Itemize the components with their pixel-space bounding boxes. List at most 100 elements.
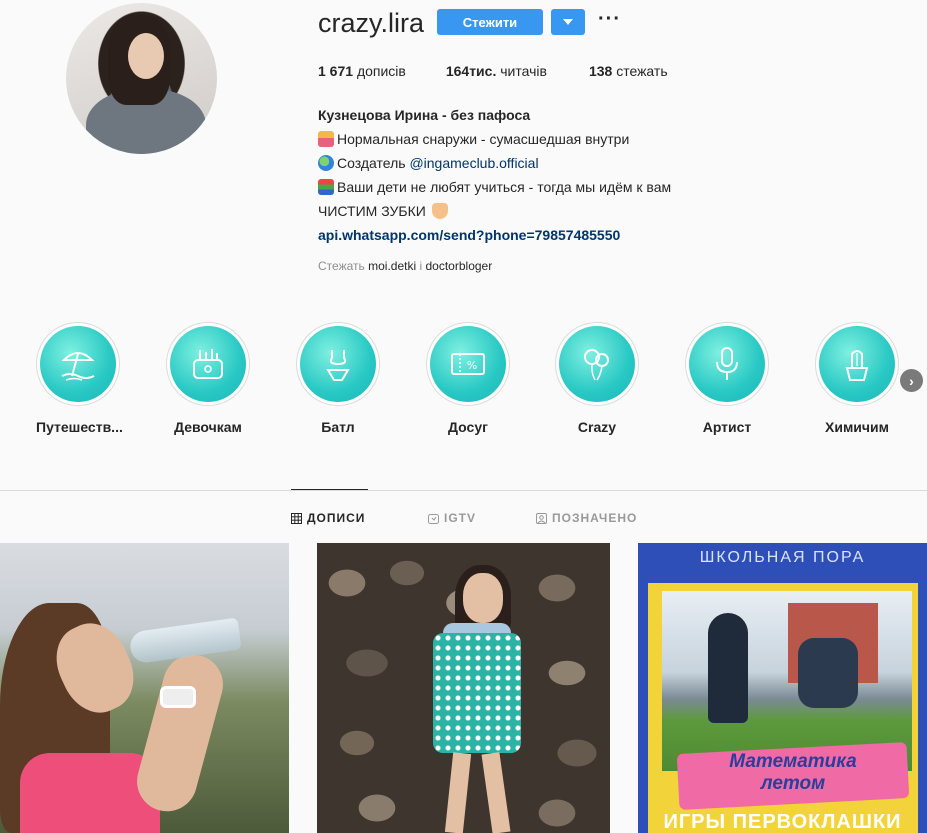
post-1-arm: [130, 647, 230, 819]
following-count-value: 138: [588, 63, 613, 79]
highlight-cover: [689, 326, 765, 402]
suggestions-dropdown-button[interactable]: [551, 9, 585, 35]
avatar-face: [128, 33, 164, 79]
globe-emoji-icon: [318, 155, 334, 171]
highlight-item[interactable]: % Досуг: [426, 322, 510, 435]
post-2-face: [463, 573, 503, 623]
highlights-next-arrow-icon[interactable]: ›: [900, 369, 923, 392]
bio-website-link[interactable]: api.whatsapp.com/send?phone=79857485550: [318, 227, 620, 243]
highlight-ring: [166, 322, 250, 406]
followers-count-label: читачів: [500, 63, 547, 79]
highlight-cover: %: [430, 326, 506, 402]
highlight-ring: [555, 322, 639, 406]
highlight-label: Девочкам: [174, 419, 242, 435]
followed-by-separator: і: [419, 259, 423, 273]
ticket-icon: %: [451, 353, 485, 375]
post-3-banner-text: Математика летом: [678, 751, 908, 795]
beach-umbrella-icon: [61, 352, 95, 381]
post-2-leg: [444, 752, 472, 833]
followed-by-prefix: Стежать: [318, 259, 365, 273]
post-3-bottom-text: ИГРЫ ПЕРВОКЛАШКИ: [663, 811, 902, 833]
post-thumbnail-1[interactable]: [0, 543, 289, 833]
post-3-banner-line-2: летом: [760, 773, 826, 794]
woman-emoji-icon: [318, 131, 334, 147]
highlight-item[interactable]: Путешеств...: [36, 322, 123, 435]
mention-link[interactable]: @ingameclub.official: [409, 155, 538, 171]
bio-line-4: ЧИСТИМ ЗУБКИ: [318, 199, 671, 223]
tagged-icon: [536, 512, 547, 524]
microphone-icon: [716, 347, 738, 380]
more-options-icon[interactable]: ···: [598, 8, 621, 31]
bio-line-3: Ваши дети не любят учиться - тогда мы ид…: [318, 175, 671, 199]
bio-line-1: Нормальная снаружи - сумасшедшая внутри: [318, 127, 671, 151]
highlight-item[interactable]: Артист: [685, 322, 769, 435]
followed-by-user-1[interactable]: moi.detki: [368, 259, 416, 273]
highlight-ring: [36, 322, 120, 406]
following-count-label: стежать: [616, 63, 668, 79]
post-3-banner-line-1: Математика: [729, 751, 857, 772]
highlight-label: Досуг: [448, 419, 488, 435]
tab-posts[interactable]: ДОПИСИ: [291, 511, 365, 525]
bio-line-2-text: Создатель: [337, 155, 410, 171]
following-count[interactable]: 138 стежать: [589, 63, 668, 79]
posts-count-value: 1 671: [318, 63, 354, 79]
balloons-icon: [584, 349, 609, 381]
bio-line-1-text: Нормальная снаружи - сумасшедшая внутри: [337, 131, 630, 147]
followers-count[interactable]: 164тис. читачів: [446, 63, 547, 79]
post-3-person: [798, 638, 858, 708]
bio-line-4-text: ЧИСТИМ ЗУБКИ: [318, 203, 426, 219]
profile-stats: 1 671 дописів 164тис. читачів 138 стежат…: [318, 63, 708, 79]
follow-button[interactable]: Стежити: [437, 9, 543, 35]
followed-by[interactable]: Стежать moi.detki і doctorbloger: [318, 259, 492, 273]
bio-link-line: api.whatsapp.com/send?phone=79857485550: [318, 223, 671, 247]
cactus-icon: [845, 350, 869, 381]
books-emoji-icon: [318, 179, 334, 195]
pointing-down-emoji-icon: [431, 203, 448, 219]
svg-text:%: %: [467, 359, 477, 372]
highlight-item[interactable]: Crazy: [555, 322, 639, 435]
highlight-ring: [815, 322, 899, 406]
highlight-cover: [559, 326, 635, 402]
followers-count-value: 164тис.: [445, 63, 497, 79]
post-thumbnail-3[interactable]: ШКОЛЬНАЯ ПОРА Математика летом ИГРЫ ПЕРВ…: [638, 543, 927, 833]
highlight-cover: [300, 326, 376, 402]
highlight-ring: [685, 322, 769, 406]
tab-igtv-label: IGTV: [444, 511, 477, 525]
posts-count: 1 671 дописів: [318, 63, 406, 79]
tab-igtv[interactable]: IGTV: [428, 511, 476, 525]
followed-by-user-2[interactable]: doctorbloger: [426, 259, 493, 273]
post-3-title: ШКОЛЬНАЯ ПОРА: [699, 549, 866, 566]
highlight-label: Путешеств...: [36, 419, 123, 435]
bio-line-2: Создатель @ingameclub.official: [318, 151, 671, 175]
triangle-down-icon: [563, 19, 573, 25]
bio-name: Кузнецова Ирина - без пафоса: [318, 107, 531, 123]
tabs-divider: [0, 490, 927, 491]
post-3-person: [708, 613, 748, 723]
post-1-watch: [160, 686, 196, 708]
tab-tagged-label: ПОЗНАЧЕНО: [552, 511, 638, 525]
tab-tagged[interactable]: ПОЗНАЧЕНО: [536, 511, 637, 525]
posts-count-label: дописів: [356, 63, 406, 79]
highlight-label: Батл: [321, 419, 355, 435]
highlight-ring: [296, 322, 380, 406]
profile-bio: Кузнецова Ирина - без пафоса Нормальная …: [318, 103, 671, 247]
profile-avatar[interactable]: [66, 3, 217, 154]
bio-line-3-text: Ваши дети не любят учиться - тогда мы ид…: [337, 179, 672, 195]
highlight-label: Химичим: [825, 419, 889, 435]
highlight-item[interactable]: Батл: [296, 322, 380, 435]
grid-icon: [291, 512, 302, 524]
post-2-leg: [481, 752, 511, 833]
tv-icon: [428, 513, 439, 524]
highlight-item[interactable]: Химичим: [815, 322, 899, 435]
post-2-outfit: [433, 633, 521, 753]
active-tab-indicator: [291, 489, 368, 490]
profile-username: crazy.lira: [318, 8, 425, 38]
post-thumbnail-2[interactable]: [317, 543, 610, 833]
highlight-label: Crazy: [577, 419, 617, 435]
highlight-cover: [40, 326, 116, 402]
cosmetics-bag-icon: [193, 349, 223, 379]
highlight-item[interactable]: Девочкам: [166, 322, 250, 435]
highlight-cover: [170, 326, 246, 402]
highlight-ring: %: [426, 322, 510, 406]
tab-posts-label: ДОПИСИ: [307, 511, 366, 525]
